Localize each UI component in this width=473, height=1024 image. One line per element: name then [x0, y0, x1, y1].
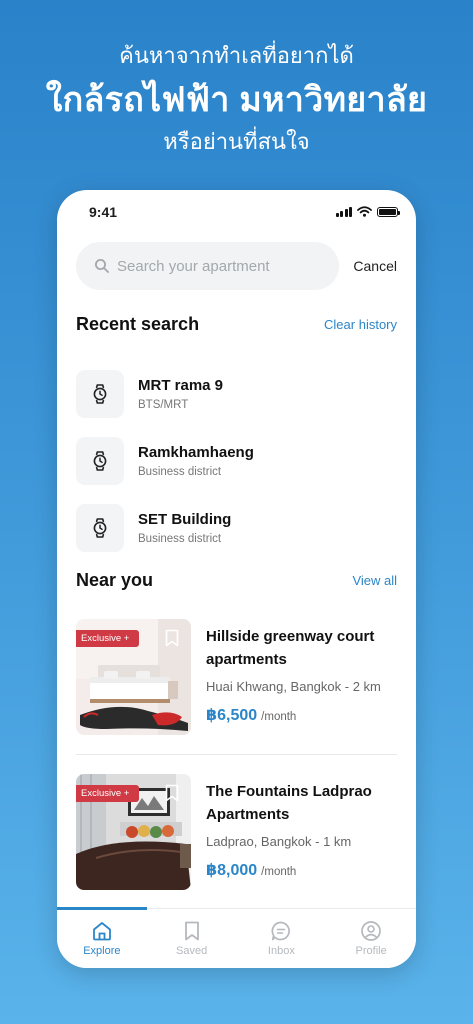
phone-screen: 9:41 Cancel Recent search Clear history …: [57, 190, 416, 968]
status-bar: 9:41: [57, 190, 416, 234]
hero-line-3: หรือย่านที่สนใจ: [163, 129, 310, 154]
tab-label: Explore: [83, 945, 121, 957]
listing-price: ฿8,000: [206, 862, 258, 879]
exclusive-badge: Exclusive +: [76, 630, 140, 647]
listing-price-unit: /month: [261, 866, 297, 878]
tab-inbox[interactable]: Inbox: [237, 909, 327, 968]
search-icon: [95, 259, 109, 273]
recent-item[interactable]: Ramkhamhaeng Business district: [76, 427, 397, 494]
listing-card[interactable]: Exclusive + Hillside greenway court apar…: [76, 619, 397, 735]
watch-icon: [76, 436, 124, 485]
tab-label: Inbox: [267, 945, 295, 957]
listing-info: The Fountains Ladprao Apartments Ladprao…: [206, 774, 372, 890]
divider: [76, 754, 397, 755]
recent-search-list: MRT rama 9 BTS/MRT Ramkhamhaeng Business…: [76, 360, 397, 561]
tab-saved[interactable]: Saved: [147, 909, 237, 968]
bookmark-icon[interactable]: [165, 784, 179, 802]
listing-title-line-1: The Fountains Ladprao: [206, 783, 372, 800]
status-time: 9:41: [89, 204, 118, 220]
cancel-button[interactable]: Cancel: [353, 258, 397, 274]
near-you-header: Near you View all: [76, 570, 397, 591]
recent-item-title: Ramkhamhaeng: [138, 443, 254, 461]
chat-icon: [271, 921, 291, 941]
recent-item[interactable]: MRT rama 9 BTS/MRT: [76, 360, 397, 427]
tab-label: Saved: [176, 945, 208, 957]
watch-icon: [76, 369, 124, 418]
hero-headline: ใกล้รถไฟฟ้า มหาวิทยาลัย: [45, 81, 428, 119]
view-all-link[interactable]: View all: [352, 573, 397, 588]
listing-location: Ladprao, Bangkok - 1 km: [206, 834, 352, 849]
wifi-icon: [357, 206, 372, 217]
listing-title-line-1: Hillside greenway court: [206, 628, 375, 645]
search-bar[interactable]: [76, 242, 340, 290]
active-tab-indicator: [57, 907, 147, 910]
listing-location: Huai Khwang, Bangkok - 2 km: [206, 679, 381, 694]
tab-label: Profile: [355, 945, 387, 957]
listing-info: Hillside greenway court apartments Huai …: [206, 619, 381, 735]
listing-photo: Exclusive +: [76, 619, 191, 735]
recent-item-title: SET Building: [138, 510, 232, 528]
status-icons: [335, 206, 400, 217]
tab-bar: Explore Saved Inbox Profile: [57, 907, 416, 968]
recent-item-title: MRT rama 9: [138, 376, 224, 394]
hero-line-1: ค้นหาจากทำเลที่อยากได้: [119, 43, 354, 68]
listing-title-line-2: apartments: [206, 651, 287, 668]
recent-item-subtitle: BTS/MRT: [138, 398, 189, 411]
recent-item-subtitle: Business district: [138, 532, 222, 545]
bookmark-icon: [184, 921, 199, 941]
recent-search-title: Recent search: [76, 314, 200, 334]
battery-icon: [377, 206, 400, 217]
user-icon: [361, 921, 381, 941]
tab-profile[interactable]: Profile: [326, 909, 416, 968]
tab-explore[interactable]: Explore: [57, 909, 147, 968]
watch-icon: [76, 503, 124, 552]
listing-price-unit: /month: [261, 711, 297, 723]
exclusive-badge: Exclusive +: [76, 785, 140, 802]
signal-icon: [335, 206, 352, 217]
listing-price: ฿6,500: [206, 707, 258, 724]
search-row: Cancel: [76, 242, 397, 290]
bookmark-icon[interactable]: [165, 629, 179, 647]
listing-title-line-2: Apartments: [206, 806, 290, 823]
recent-item-subtitle: Business district: [138, 465, 222, 478]
recent-item[interactable]: SET Building Business district: [76, 494, 397, 561]
listing-card[interactable]: Exclusive + The Fountains Ladprao Apartm…: [76, 774, 397, 890]
listing-photo: Exclusive +: [76, 774, 191, 890]
recent-search-header: Recent search Clear history: [76, 314, 397, 335]
home-icon: [92, 922, 111, 941]
clear-history-link[interactable]: Clear history: [324, 317, 397, 332]
search-input[interactable]: [117, 257, 317, 275]
near-you-title: Near you: [76, 570, 154, 590]
